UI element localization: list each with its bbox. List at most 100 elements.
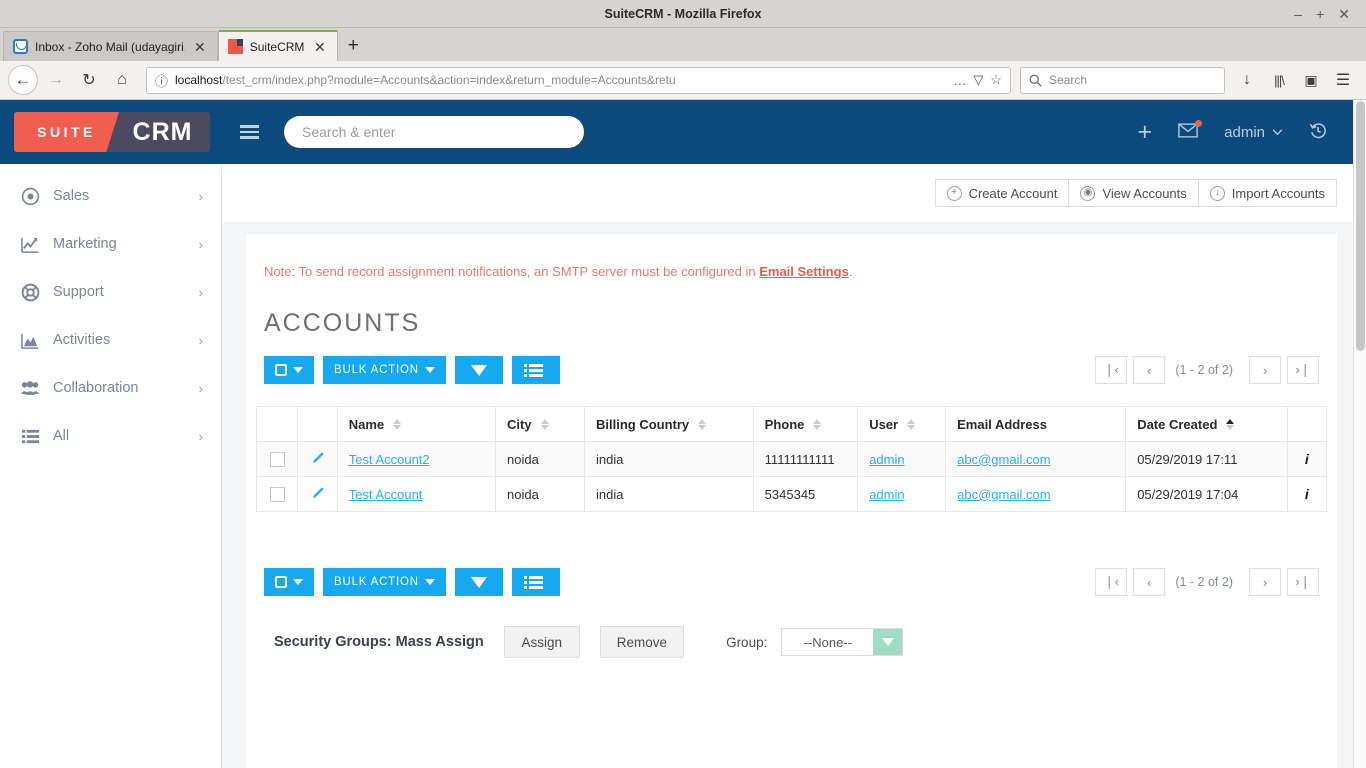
prev-page-button[interactable]: ‹: [1133, 568, 1166, 596]
suitecrm-logo[interactable]: SUITE CRM: [14, 112, 210, 152]
row-edit-cell[interactable]: [297, 476, 338, 512]
columns-icon: [523, 363, 543, 377]
browser-toolbar-icons: ↓ |||\ ▣ ☰: [1232, 65, 1358, 95]
sidebar-item-collaboration[interactable]: Collaboration ›: [0, 364, 221, 412]
header-email-address[interactable]: Email Address: [945, 406, 1127, 442]
tab-close-icon[interactable]: ✕: [192, 40, 208, 54]
select-all-dropdown[interactable]: [264, 356, 314, 384]
row-checkbox[interactable]: [269, 452, 285, 468]
email-link[interactable]: abc@gmail.com: [957, 487, 1050, 502]
back-button[interactable]: ←: [8, 65, 38, 95]
header-select: [255, 406, 299, 442]
last-page-button[interactable]: ›❘: [1287, 356, 1319, 384]
last-page-button[interactable]: ›❘: [1287, 568, 1319, 596]
chevron-right-icon: ›: [198, 284, 203, 300]
bulk-action-dropdown-bottom[interactable]: BULK ACTION: [323, 568, 446, 596]
header-billing-country[interactable]: Billing Country: [584, 406, 754, 442]
filter-button-bottom[interactable]: [454, 568, 503, 603]
info-icon[interactable]: i: [1305, 451, 1309, 467]
bulk-action-dropdown[interactable]: BULK ACTION: [323, 356, 446, 384]
email-link[interactable]: abc@gmail.com: [957, 452, 1050, 467]
sidebar-item-marketing[interactable]: Marketing ›: [0, 220, 221, 268]
envelope-icon[interactable]: [1178, 120, 1203, 141]
sidebar-item-sales[interactable]: Sales ›: [0, 172, 221, 220]
pencil-icon[interactable]: [311, 451, 325, 465]
user-link[interactable]: admin: [869, 487, 904, 502]
sidebar-item-label: Sales: [53, 188, 90, 204]
remove-button[interactable]: Remove: [599, 626, 685, 658]
sidebar-item-support[interactable]: Support ›: [0, 268, 221, 316]
browser-search-box[interactable]: Search: [1020, 66, 1225, 94]
column-chooser-button-bottom[interactable]: [511, 568, 560, 596]
reload-button[interactable]: ↻: [74, 65, 104, 95]
next-page-button[interactable]: ›: [1249, 568, 1281, 596]
sidebar-item-activities[interactable]: Activities ›: [0, 316, 221, 364]
prev-page-button[interactable]: ‹: [1133, 356, 1166, 384]
browser-tab-zoho[interactable]: Inbox - Zoho Mail (udayagiri.r ✕: [3, 31, 218, 61]
hamburger-menu-icon[interactable]: ☰: [1328, 65, 1358, 95]
browser-tab-suitecrm[interactable]: SuiteCRM ✕: [217, 30, 338, 61]
new-tab-button[interactable]: +: [338, 31, 369, 61]
crm-menu-toggle-icon[interactable]: [240, 125, 259, 139]
crm-search-input[interactable]: Search & enter: [284, 116, 584, 148]
account-name-link[interactable]: Test Account: [349, 487, 423, 502]
import-accounts-button[interactable]: ↓ Import Accounts: [1197, 179, 1337, 207]
pencil-icon[interactable]: [311, 486, 325, 500]
group-select[interactable]: --None--: [781, 628, 904, 656]
page-actions-icon[interactable]: …: [953, 73, 966, 88]
maximize-button[interactable]: +: [1316, 7, 1324, 21]
site-info-icon[interactable]: ⓘ: [155, 71, 168, 90]
account-name-link[interactable]: Test Account2: [349, 452, 430, 467]
column-chooser-button[interactable]: [511, 356, 560, 384]
header-info: [1286, 406, 1328, 442]
library-icon[interactable]: |||\: [1264, 65, 1294, 95]
history-icon[interactable]: [1309, 122, 1327, 143]
sidebar-item-label: Activities: [53, 332, 111, 348]
downloads-icon[interactable]: ↓: [1232, 65, 1262, 95]
select-arrow-icon[interactable]: [873, 629, 903, 655]
first-page-button[interactable]: ❘‹: [1095, 568, 1128, 596]
info-icon[interactable]: i: [1305, 486, 1309, 502]
quick-create-icon[interactable]: +: [1138, 119, 1153, 145]
cell-name: Test Account2: [336, 441, 497, 477]
download-circle-icon: ↓: [1209, 185, 1225, 201]
home-button[interactable]: ⌂: [107, 65, 137, 95]
url-bar[interactable]: ⓘ localhost/test_crm/index.php?module=Ac…: [146, 66, 1011, 94]
select-all-dropdown-bottom[interactable]: [264, 568, 314, 596]
bulk-action-label: BULK ACTION: [334, 364, 419, 376]
scrollbar-thumb[interactable]: [1356, 101, 1365, 351]
sidebar-icon[interactable]: ▣: [1296, 65, 1326, 95]
row-checkbox[interactable]: [269, 487, 285, 503]
row-checkbox-cell[interactable]: [255, 476, 299, 512]
row-info-cell[interactable]: i: [1286, 441, 1328, 477]
next-page-button[interactable]: ›: [1249, 356, 1281, 384]
assign-button[interactable]: Assign: [503, 626, 580, 658]
column-label: Phone: [764, 416, 805, 432]
header-name[interactable]: Name: [336, 406, 497, 442]
people-icon: [20, 378, 40, 398]
row-info-cell[interactable]: i: [1286, 476, 1328, 512]
view-accounts-button[interactable]: ◉ View Accounts: [1068, 179, 1199, 207]
close-button[interactable]: ✕: [1338, 7, 1350, 21]
page-scrollbar[interactable]: [1353, 100, 1366, 768]
first-page-button[interactable]: ❘‹: [1095, 356, 1128, 384]
header-city[interactable]: City: [495, 406, 585, 442]
sidebar-item-all[interactable]: All ›: [0, 412, 221, 460]
user-menu[interactable]: admin: [1224, 124, 1283, 141]
forward-button[interactable]: →: [41, 65, 71, 95]
user-link[interactable]: admin: [869, 452, 904, 467]
email-settings-link[interactable]: Email Settings: [759, 264, 849, 279]
header-phone[interactable]: Phone: [752, 406, 859, 442]
bookmark-star-icon[interactable]: ☆: [990, 72, 1002, 88]
chevron-right-icon: ›: [198, 332, 203, 348]
create-account-button[interactable]: + Create Account: [934, 179, 1070, 207]
row-edit-cell[interactable]: [297, 441, 338, 477]
reader-mode-icon[interactable]: ▽: [973, 72, 983, 88]
filter-button[interactable]: [454, 356, 503, 391]
crm-content: + Create Account ◉ View Accounts ↓ Impor…: [222, 164, 1353, 768]
tab-close-icon[interactable]: ✕: [312, 40, 328, 54]
minimize-button[interactable]: –: [1294, 7, 1302, 21]
header-user[interactable]: User: [857, 406, 947, 442]
row-checkbox-cell[interactable]: [255, 441, 299, 477]
header-date-created[interactable]: Date Created: [1125, 406, 1288, 442]
